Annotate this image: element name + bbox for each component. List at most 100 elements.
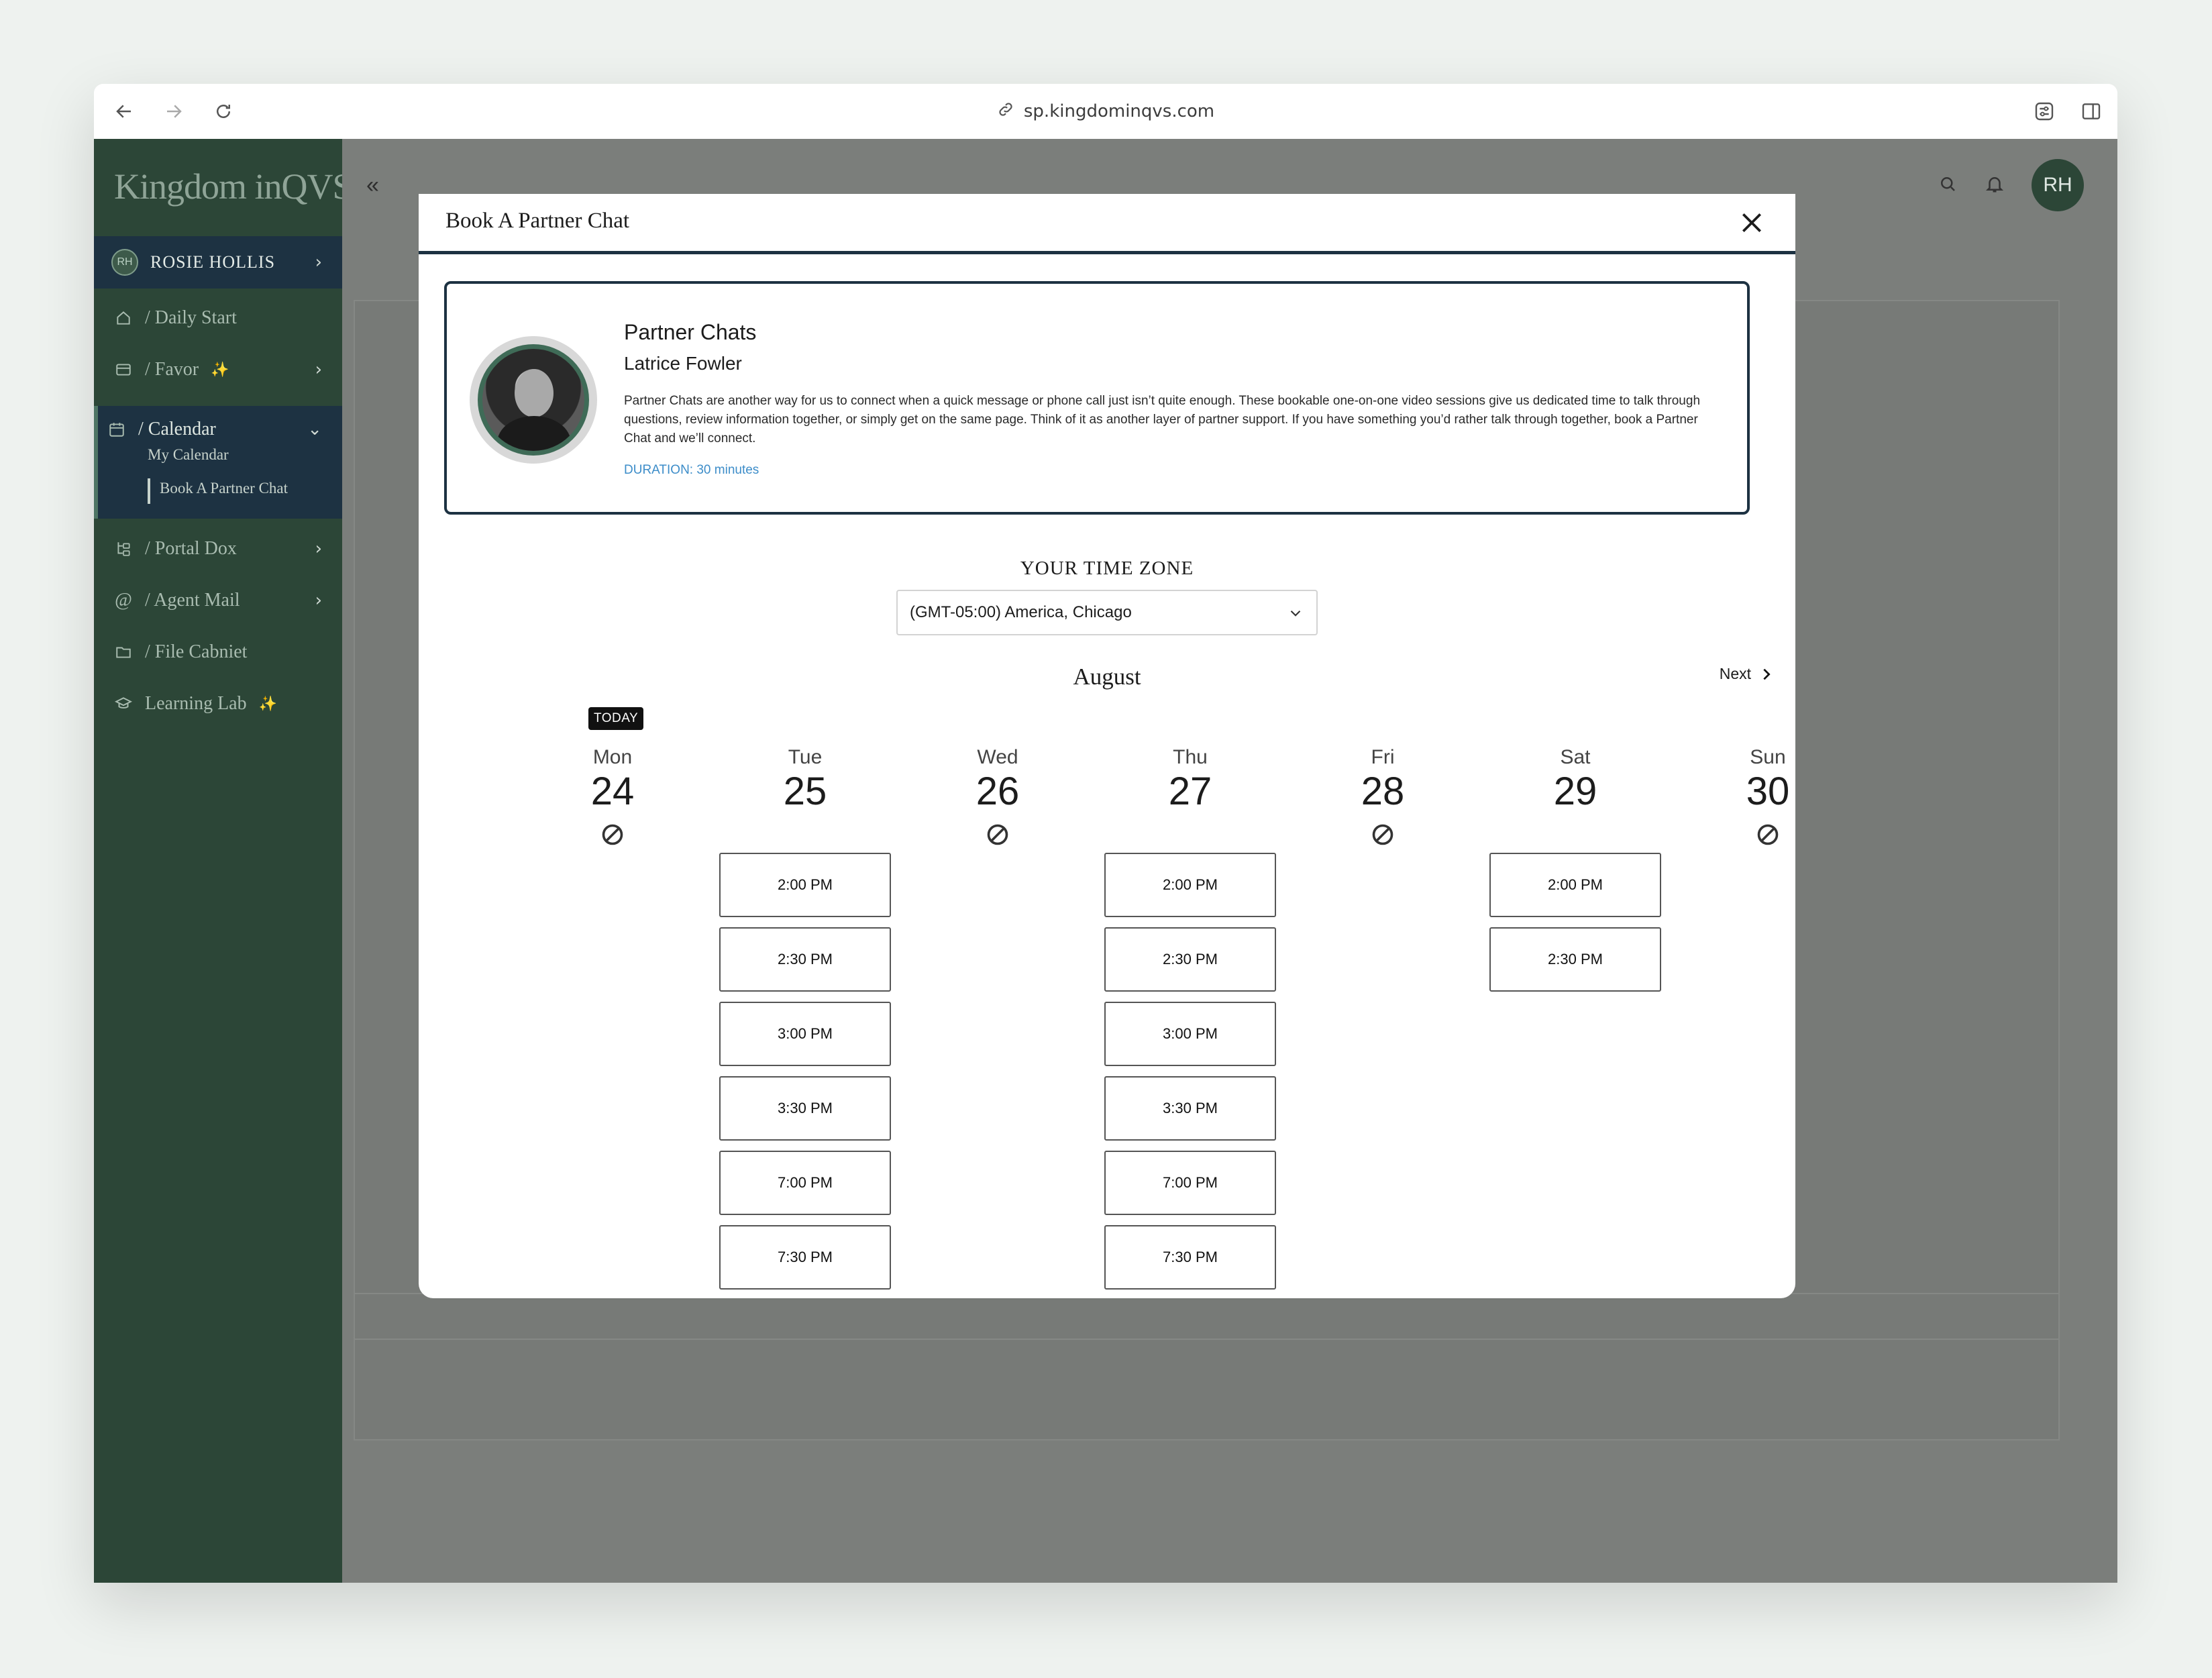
address-bar[interactable]: sp.kingdominqvs.com [94, 95, 2117, 128]
host-name: Latrice Fowler [624, 353, 742, 374]
collapse-sidebar-icon[interactable]: « [366, 172, 379, 199]
time-slot-button[interactable]: 7:30 PM [1104, 1225, 1276, 1290]
close-icon [1742, 213, 1762, 233]
unavailable-icon [1757, 824, 1779, 845]
time-slot-button[interactable]: 2:30 PM [1104, 927, 1276, 992]
day-of-week: Sat [1560, 746, 1591, 768]
day-number: 24 [590, 770, 635, 813]
extensions-icon[interactable] [2027, 95, 2061, 128]
day-of-week: Fri [1371, 746, 1395, 768]
logo[interactable]: Kingdom inQVS [114, 166, 353, 207]
sidebar-toggle-icon[interactable] [2074, 95, 2108, 128]
browser-window: sp.kingdominqvs.com Kingdom inQVS RH ROS… [94, 84, 2117, 1583]
next-label: Next [1719, 665, 1751, 682]
sidebar-item-favor[interactable]: / Favor ✨ › [94, 346, 342, 393]
day-of-week: Wed [977, 746, 1018, 768]
day-of-week: Mon [592, 746, 633, 768]
time-slot-button[interactable]: 7:00 PM [1104, 1151, 1276, 1215]
info-text: Partner Chats Latrice Fowler Partner Cha… [624, 320, 1724, 478]
timezone-select[interactable]: (GMT-05:00) America, Chicago [896, 590, 1318, 635]
unavailable-icon [602, 824, 623, 845]
chevron-right-icon: › [315, 539, 322, 559]
day-number: 25 [783, 770, 827, 813]
sidebar-item-label: / Portal Dox [145, 538, 237, 559]
panel-footer [354, 1293, 2060, 1340]
time-slot-button[interactable]: 7:30 PM [719, 1225, 891, 1290]
event-duration: DURATION: 30 minutes [624, 463, 759, 477]
search-icon[interactable] [1938, 174, 1958, 197]
time-slot-button[interactable]: 2:00 PM [1104, 853, 1276, 917]
sidebar-item-agent-mail[interactable]: @ / Agent Mail › [94, 577, 342, 624]
day-of-week: Tue [788, 746, 823, 768]
browser-toolbar: sp.kingdominqvs.com [94, 84, 2117, 139]
link-icon [997, 101, 1014, 123]
today-badge: TODAY [588, 707, 644, 730]
folder-icon [114, 643, 133, 662]
time-slot-button[interactable]: 2:30 PM [719, 927, 891, 992]
sidebar-calendar-group: / Calendar ⌄ My Calendar Book A Partner … [94, 406, 342, 519]
time-slot-button[interactable]: 3:00 PM [1104, 1002, 1276, 1066]
sparkle-icon: ✨ [211, 361, 229, 378]
day-number: 28 [1361, 770, 1405, 813]
sidebar-item-label: / File Cabniet [145, 641, 248, 662]
unavailable-icon [1372, 824, 1393, 845]
sidebar: Kingdom inQVS RH ROSIE HOLLIS › / Daily … [94, 139, 353, 1583]
sidebar-item-learning-lab[interactable]: Learning Lab ✨ [94, 680, 342, 727]
chevron-right-icon: › [315, 360, 322, 380]
day-number: 29 [1553, 770, 1597, 813]
time-slot-button[interactable]: 2:00 PM [1489, 853, 1661, 917]
day-of-week: Thu [1173, 746, 1208, 768]
book-partner-chat-modal: Book A Partner Chat Partner Chats Latric… [419, 194, 1795, 1298]
active-subitem-indicator [148, 478, 150, 504]
sidebar-item-label: / Favor [145, 359, 199, 380]
timezone-value: (GMT-05:00) America, Chicago [910, 603, 1132, 621]
month-label: August [1073, 664, 1141, 690]
sidebar-item-file-cabinet[interactable]: / File Cabniet [94, 629, 342, 676]
app: Kingdom inQVS RH ROSIE HOLLIS › / Daily … [94, 139, 2117, 1583]
day-of-week: Sun [1750, 746, 1786, 768]
chevron-right-icon: › [315, 590, 322, 611]
bell-icon[interactable] [1985, 174, 2005, 197]
chevron-right-icon: › [315, 252, 322, 272]
time-slot-button[interactable]: 3:00 PM [719, 1002, 891, 1066]
sidebar-item-portal-dox[interactable]: / Portal Dox › [94, 525, 342, 572]
chevron-right-icon [1763, 668, 1771, 680]
day-number: 27 [1168, 770, 1212, 813]
user-name: ROSIE HOLLIS [150, 252, 276, 272]
time-slot-button[interactable]: 7:00 PM [719, 1151, 891, 1215]
calendar-icon [107, 420, 126, 439]
header-actions: RH [1938, 159, 2084, 211]
unavailable-icon [987, 824, 1008, 845]
chevron-down-icon [1290, 610, 1301, 617]
sidebar-subitem-book-partner-chat[interactable]: Book A Partner Chat [160, 480, 288, 497]
card-icon [114, 360, 133, 379]
event-title: Partner Chats [624, 320, 757, 344]
sidebar-item-label: Learning Lab [145, 693, 247, 714]
timezone-label: YOUR TIME ZONE [1020, 558, 1194, 579]
host-photo [470, 336, 597, 464]
modal-title: Book A Partner Chat [445, 209, 630, 233]
avatar: RH [111, 249, 138, 276]
sidebar-subitem-my-calendar[interactable]: My Calendar [148, 446, 229, 464]
modal-header: Book A Partner Chat [419, 194, 1795, 254]
sidebar-item-label: / Daily Start [145, 307, 237, 328]
time-slot-button[interactable]: 2:30 PM [1489, 927, 1661, 992]
chevron-down-icon: ⌄ [307, 419, 322, 439]
profile-avatar[interactable]: RH [2032, 159, 2084, 211]
sidebar-item-daily-start[interactable]: / Daily Start [94, 295, 342, 342]
graduation-cap-icon [114, 694, 133, 713]
time-slot-button[interactable]: 3:30 PM [1104, 1076, 1276, 1141]
sparkle-icon: ✨ [258, 695, 277, 712]
sidebar-item-label: / Agent Mail [145, 590, 240, 611]
home-icon [114, 309, 133, 327]
partner-chat-info-card: Partner Chats Latrice Fowler Partner Cha… [444, 281, 1750, 515]
event-description: Partner Chats are another way for us to … [624, 394, 1701, 445]
close-button[interactable] [1735, 206, 1769, 240]
next-week-button[interactable]: Next [1720, 665, 1774, 683]
user-menu[interactable]: RH ROSIE HOLLIS › [94, 236, 342, 289]
time-slot-button[interactable]: 3:30 PM [719, 1076, 891, 1141]
time-slot-button[interactable]: 2:00 PM [719, 853, 891, 917]
url-text: sp.kingdominqvs.com [1023, 101, 1215, 121]
day-number: 26 [976, 770, 1020, 813]
at-icon: @ [115, 590, 132, 611]
